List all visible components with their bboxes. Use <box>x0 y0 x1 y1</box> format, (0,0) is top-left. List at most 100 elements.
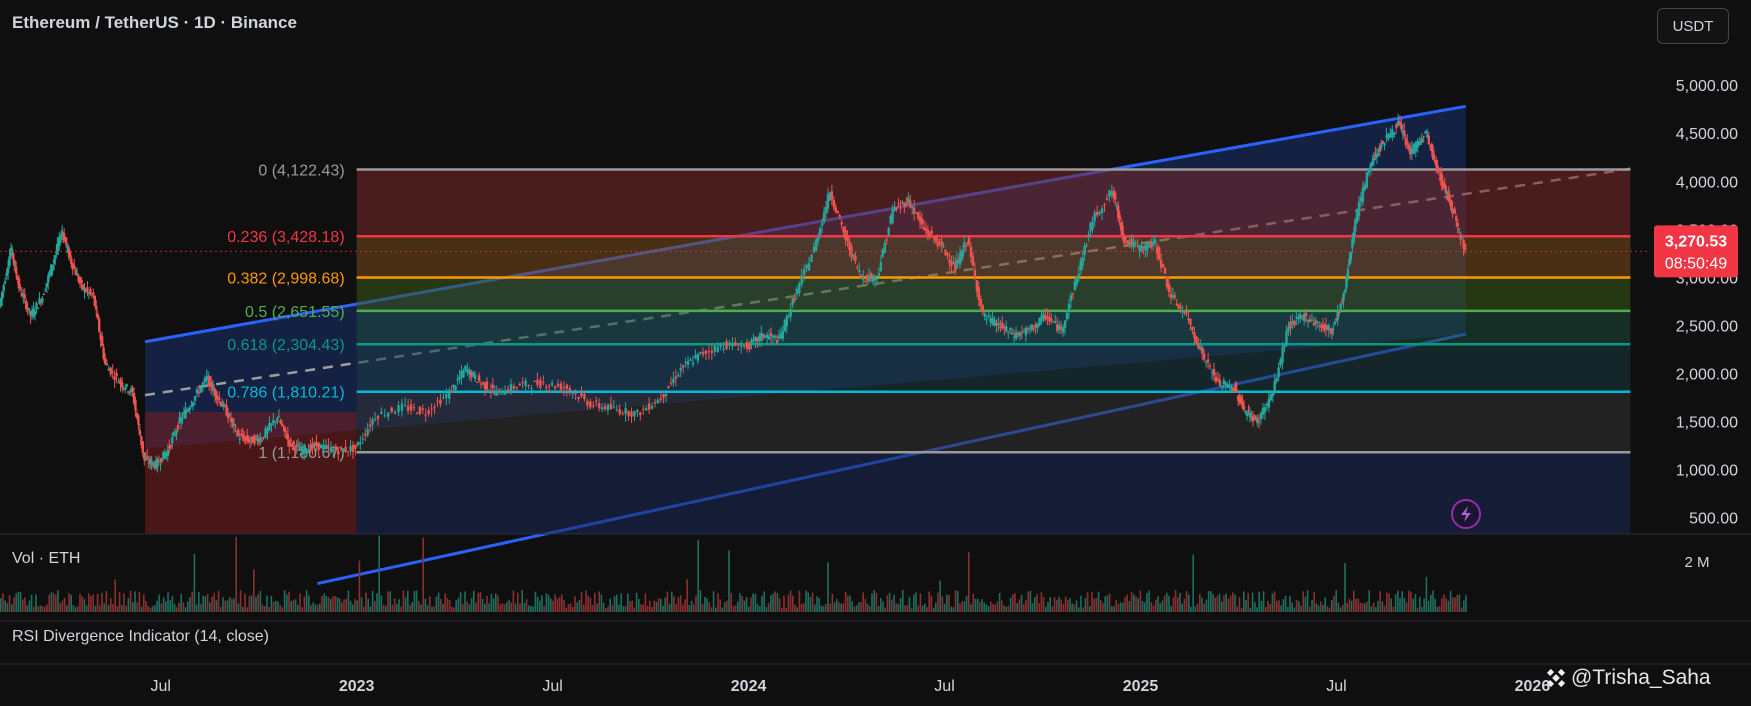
volume-bar <box>1265 607 1267 612</box>
volume-bar <box>605 607 607 612</box>
volume-bar <box>305 590 308 612</box>
volume-bar <box>554 594 556 612</box>
candle-body <box>1427 135 1431 145</box>
candle-body <box>838 214 841 217</box>
candle-body <box>812 246 816 252</box>
candle-body <box>41 297 44 303</box>
volume-bar <box>743 600 746 612</box>
volume-bar <box>1282 599 1285 612</box>
candle-body <box>737 349 740 351</box>
candle-body <box>644 408 648 411</box>
candle-body <box>218 397 221 400</box>
candle-body <box>228 414 231 416</box>
volume-bar <box>1062 603 1065 612</box>
volume-bar <box>574 596 576 612</box>
volume-bar <box>512 590 515 612</box>
candle-body <box>288 440 291 447</box>
volume-bar <box>862 592 864 612</box>
candle-body <box>1083 245 1086 255</box>
volume-bar <box>653 600 655 612</box>
candle-body <box>1403 130 1406 136</box>
symbol-title[interactable]: Ethereum / TetherUS · 1D · Binance <box>12 13 297 33</box>
volume-bar <box>1432 590 1434 612</box>
volume-bar <box>1463 600 1465 612</box>
volume-bar <box>781 607 783 612</box>
volume-bar <box>640 604 642 612</box>
price-axis-tick: 4,500.00 <box>1676 126 1738 143</box>
candle-body <box>877 272 881 276</box>
fib-level-label: 0.618 (2,304.43) <box>227 337 344 354</box>
volume-bar <box>699 590 702 612</box>
candle-body <box>176 424 180 430</box>
candle-body <box>1380 144 1383 148</box>
volume-bar <box>1168 596 1170 612</box>
candle-body <box>1432 149 1435 160</box>
volume-bar <box>528 605 530 612</box>
time-axis[interactable]: Jul 2023 Jul 2024 Jul 2025 Jul 2026 <box>150 678 1550 695</box>
fib-zone-bottom <box>356 452 1631 534</box>
volume-bar <box>1188 594 1190 612</box>
candle-body <box>289 439 292 441</box>
candle-body <box>491 384 495 389</box>
candle-body <box>719 344 722 348</box>
volume-bar <box>1058 597 1060 612</box>
candle-body <box>151 462 155 465</box>
volume-bar <box>1163 595 1166 612</box>
candle-body <box>0 298 2 307</box>
chart-canvas[interactable]: 0 (4,122.43) 0.236 (3,428.18) 0.382 (2,998… <box>0 0 1751 706</box>
candle-body <box>439 399 442 405</box>
volume-bar <box>1130 592 1133 612</box>
candle-body <box>667 386 670 389</box>
candle-body <box>798 283 801 294</box>
volume-bar <box>1078 607 1080 612</box>
volume-bar <box>913 594 915 612</box>
candle-body <box>653 402 657 404</box>
volume-bar <box>259 590 262 612</box>
candle-body <box>366 429 369 436</box>
volume-bar <box>547 594 550 612</box>
time-axis-tick: Jul <box>150 678 170 695</box>
volume-bar <box>814 604 816 612</box>
fibonacci-retracement[interactable]: 0 (4,122.43) 0.236 (3,428.18) 0.382 (2,998… <box>145 163 1631 534</box>
volume-bar <box>611 605 614 612</box>
volume-bar <box>1034 597 1036 612</box>
volume-bar <box>363 606 365 612</box>
candle-body <box>324 444 328 449</box>
rsi-pane-label[interactable]: RSI Divergence Indicator (14, close) <box>12 628 269 646</box>
candle-body <box>1118 214 1121 220</box>
volume-bar <box>206 593 209 612</box>
volume-bar <box>1166 592 1168 612</box>
volume-bar <box>576 602 578 612</box>
candle-body <box>103 357 107 364</box>
candle-body <box>854 255 857 261</box>
volume-bar <box>1377 600 1379 612</box>
volume-bar <box>1095 598 1098 612</box>
candle-body <box>159 463 162 465</box>
candle-body <box>748 343 751 350</box>
volume-bar <box>165 601 167 612</box>
volume-bar <box>708 602 710 612</box>
volume-bar <box>343 599 345 612</box>
candle-body <box>509 384 513 392</box>
volume-bar <box>1111 606 1113 612</box>
volume-bar <box>420 604 422 612</box>
price-axis[interactable]: 5,000.004,500.004,000.003,500.003,000.00… <box>1676 78 1738 527</box>
candle-body <box>131 388 134 392</box>
volume-bar <box>15 593 17 612</box>
volume-bar <box>822 606 825 612</box>
candle-body <box>84 291 88 293</box>
volume-bar <box>853 606 856 612</box>
volume-bar <box>1445 598 1447 612</box>
volume-bar <box>710 607 713 612</box>
candle-body <box>125 384 128 387</box>
volume-bar <box>1399 598 1401 612</box>
candle-body <box>412 407 416 409</box>
volume-bar <box>1091 591 1093 612</box>
currency-button[interactable]: USDT <box>1657 8 1729 44</box>
volume-bar <box>70 594 72 612</box>
candle-body <box>586 400 589 406</box>
volume-bar <box>470 598 473 612</box>
candle-body <box>669 382 673 384</box>
candle-body <box>448 390 451 399</box>
volume-pane-label[interactable]: Vol · ETH <box>12 550 80 568</box>
